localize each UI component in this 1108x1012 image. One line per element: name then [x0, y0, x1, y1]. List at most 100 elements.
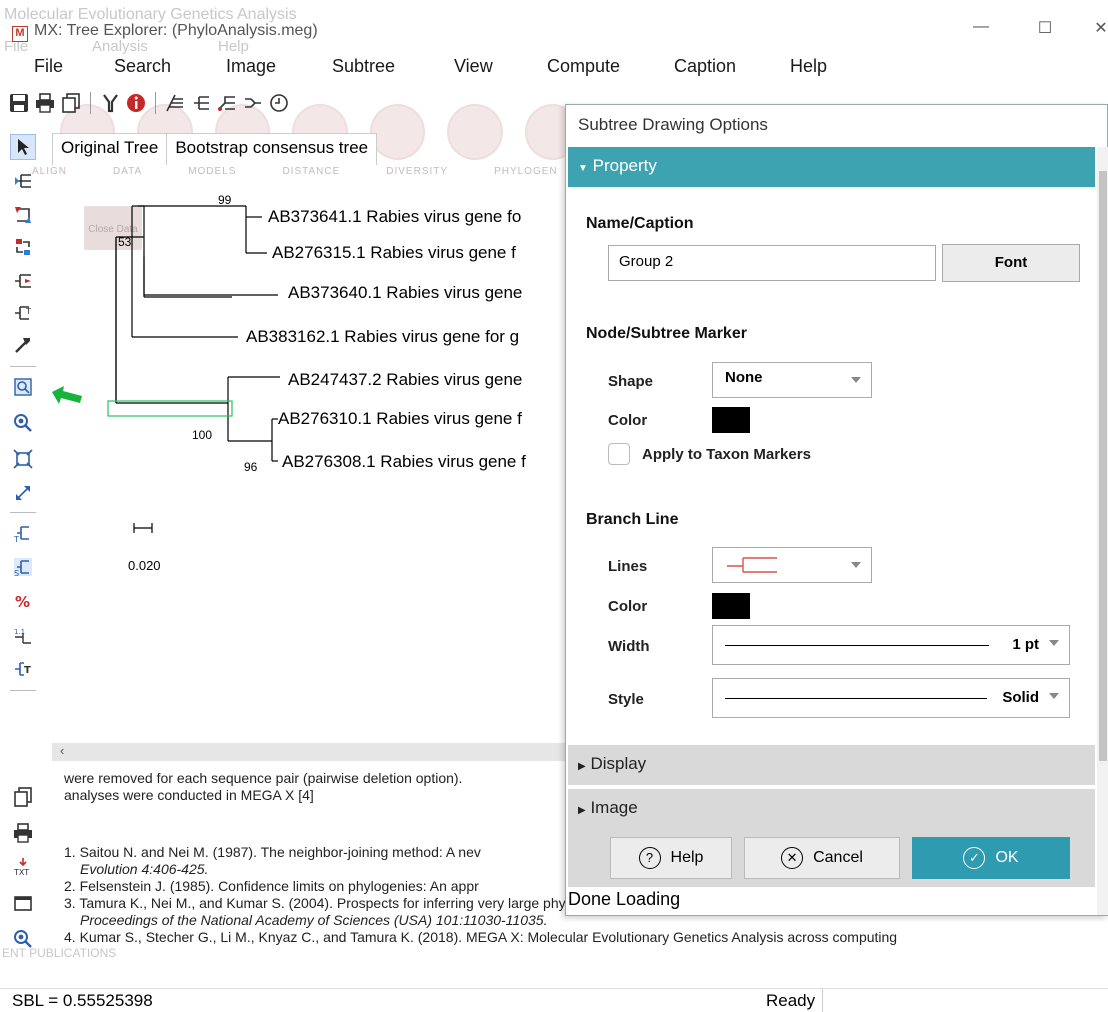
maximize-button[interactable]: ☐ — [1030, 18, 1060, 38]
dropdown-arrow-icon — [1049, 693, 1059, 699]
shape-select[interactable]: None — [712, 362, 872, 398]
info-icon[interactable] — [125, 92, 147, 114]
taxon-label[interactable]: AB276308.1 Rabies virus gene f — [282, 452, 526, 472]
collapsed-triangle-icon: ▶ — [578, 805, 586, 816]
toolbar-separator — [10, 690, 36, 691]
export-txt-icon[interactable]: TXT — [10, 854, 36, 880]
taxon-label[interactable]: AB276315.1 Rabies virus gene f — [272, 243, 516, 263]
root-on-branch-icon[interactable] — [10, 168, 36, 194]
taxon-label[interactable]: AB383162.1 Rabies virus gene for g — [246, 327, 519, 347]
close-button[interactable]: ✕ — [1086, 18, 1108, 38]
tab-bootstrap-consensus-tree[interactable]: Bootstrap consensus tree — [166, 133, 378, 165]
subtree-options-icon[interactable]: T — [10, 300, 36, 326]
zoom-in-icon[interactable] — [10, 410, 36, 436]
taxon-label[interactable]: AB373641.1 Rabies virus gene fo — [268, 207, 521, 227]
help-button[interactable]: ? Help — [610, 837, 732, 879]
minimize-button[interactable]: — — [966, 18, 996, 36]
menu-bar: File Search Image Subtree View Compute C… — [0, 52, 1108, 84]
taxon-label[interactable]: AB247437.2 Rabies virus gene — [288, 370, 522, 390]
dialog-title: Subtree Drawing Options — [578, 115, 768, 134]
dropdown-arrow-icon — [851, 562, 861, 568]
pointer-icon[interactable] — [10, 134, 36, 160]
dialog-vertical-scrollbar[interactable] — [1097, 147, 1108, 915]
svg-text:TXT: TXT — [13, 868, 29, 877]
tree-horizontal-scrollbar[interactable]: ‹ — [52, 743, 568, 761]
image-panel-header[interactable]: ▶ Image — [568, 789, 1095, 829]
branch-color-swatch[interactable] — [712, 593, 750, 619]
marker-color-swatch[interactable] — [712, 407, 750, 433]
lines-label: Lines — [608, 558, 648, 575]
menu-image[interactable]: Image — [226, 56, 276, 77]
dialog-footer: ? Help ✕ Cancel ✓ OK — [568, 827, 1095, 887]
save-icon[interactable] — [8, 92, 30, 114]
name-caption-input[interactable]: Group 2 — [608, 245, 936, 281]
zoom-window-icon[interactable] — [10, 374, 36, 400]
dropdown-arrow-icon — [1049, 640, 1059, 646]
print-caption-icon[interactable] — [10, 820, 36, 846]
menu-view[interactable]: View — [454, 56, 493, 77]
branch-line-section-label: Branch Line — [586, 511, 679, 528]
options-icon[interactable] — [99, 92, 121, 114]
marker-color-label: Color — [608, 412, 648, 429]
menu-search[interactable]: Search — [114, 56, 171, 77]
width-label: Width — [608, 638, 650, 655]
tree-layout-icon[interactable] — [164, 92, 186, 114]
swap-subtree-icon[interactable] — [10, 234, 36, 260]
branch-lengths-icon[interactable]: S — [10, 554, 36, 580]
width-select[interactable]: 1 pt — [712, 625, 1070, 665]
toolbar-separator — [90, 92, 91, 114]
ok-button[interactable]: ✓ OK — [912, 837, 1070, 879]
print-icon[interactable] — [34, 92, 56, 114]
menu-subtree[interactable]: Subtree — [332, 56, 395, 77]
percent-icon[interactable]: % — [10, 588, 36, 614]
tree-canvas[interactable]: 99 53 100 96 AB373641.1 Rabies virus gen… — [52, 165, 568, 743]
style-label: Style — [608, 691, 644, 708]
menu-file[interactable]: File — [34, 56, 63, 77]
apply-taxon-markers-checkbox[interactable] — [608, 443, 630, 465]
subtree-drawing-options-dialog: Subtree Drawing Options ▼ Property Name/… — [565, 104, 1108, 916]
window-icon[interactable] — [10, 890, 36, 916]
copy-icon[interactable] — [60, 92, 82, 114]
display-panel-header[interactable]: ▶ Display — [568, 745, 1095, 785]
status-bar: SBL = 0.55525398 Ready — [0, 988, 1108, 1012]
menu-compute[interactable]: Compute — [547, 56, 620, 77]
cancel-button[interactable]: ✕ Cancel — [744, 837, 900, 879]
question-icon: ? — [638, 847, 661, 869]
branch-length-value-icon[interactable]: 1.1 — [10, 622, 36, 648]
subtree-drawing-options-icon[interactable] — [10, 332, 36, 358]
compress-subtree-icon[interactable] — [10, 268, 36, 294]
zoom-caption-icon[interactable] — [10, 926, 36, 952]
rectangular-tree-icon[interactable] — [190, 92, 212, 114]
tree-tabs: Original Tree Bootstrap consensus tree — [52, 133, 378, 165]
check-circle-icon: ✓ — [963, 847, 986, 869]
bootstrap-value: 99 — [218, 193, 232, 207]
resize-icon[interactable] — [10, 480, 36, 506]
toolbar-separator — [10, 512, 36, 513]
property-panel-header[interactable]: ▼ Property — [568, 147, 1095, 187]
flip-subtree-icon[interactable] — [10, 202, 36, 228]
bootstrap-value: 100 — [192, 428, 213, 442]
taxon-names-icon[interactable]: T — [10, 656, 36, 682]
taxon-label[interactable]: AB373640.1 Rabies virus gene — [288, 283, 522, 303]
topology-only-icon[interactable]: T — [10, 520, 36, 546]
style-select[interactable]: Solid — [712, 678, 1070, 718]
shape-label: Shape — [608, 373, 654, 390]
fit-to-window-icon[interactable] — [10, 446, 36, 472]
taxon-label[interactable]: AB276310.1 Rabies virus gene f — [278, 409, 522, 429]
toolbar-separator — [155, 92, 156, 114]
menu-caption[interactable]: Caption — [674, 56, 736, 77]
scrollbar-thumb[interactable] — [1099, 171, 1107, 761]
lines-select[interactable] — [712, 547, 872, 583]
clock-icon[interactable] — [268, 92, 290, 114]
copy-caption-icon[interactable] — [10, 784, 36, 810]
x-circle-icon: ✕ — [781, 847, 804, 869]
collapsed-triangle-icon: ▶ — [578, 761, 586, 772]
tab-original-tree[interactable]: Original Tree — [52, 133, 168, 165]
title-bar: M MX: Tree Explorer: (PhyloAnalysis.meg)… — [0, 0, 1108, 42]
menu-help[interactable]: Help — [790, 56, 827, 77]
font-button[interactable]: Font — [942, 244, 1080, 282]
radiation-tree-icon[interactable] — [242, 92, 264, 114]
slanted-tree-icon[interactable] — [216, 92, 238, 114]
scale-bar-value: 0.020 — [128, 558, 161, 573]
scroll-left-icon[interactable]: ‹ — [60, 743, 64, 758]
